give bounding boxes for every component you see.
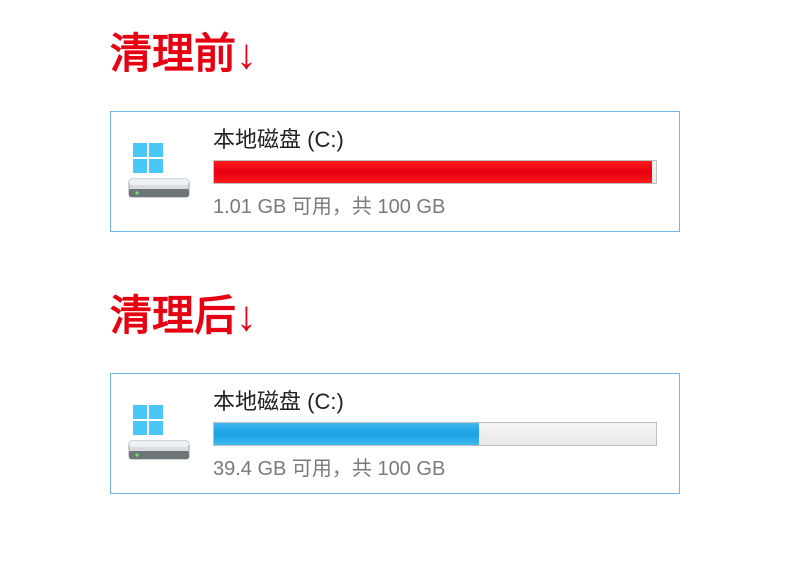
drive-name: 本地磁盘 (C:)	[213, 384, 665, 416]
drive-name: 本地磁盘 (C:)	[213, 122, 665, 154]
label-before: 清理前↓	[110, 20, 791, 81]
usage-bar-before	[213, 160, 657, 184]
drive-card-before[interactable]: 本地磁盘 (C:) 1.01 GB 可用，共 100 GB	[110, 111, 680, 232]
drive-stats: 39.4 GB 可用，共 100 GB	[213, 452, 665, 481]
drive-info-after: 本地磁盘 (C:) 39.4 GB 可用，共 100 GB	[213, 384, 665, 481]
usage-fill-before	[214, 161, 652, 183]
drive-stats: 1.01 GB 可用，共 100 GB	[213, 190, 665, 219]
usage-bar-after	[213, 422, 657, 446]
usage-fill-after	[214, 423, 479, 445]
label-after: 清理后↓	[110, 282, 791, 343]
drive-card-after[interactable]: 本地磁盘 (C:) 39.4 GB 可用，共 100 GB	[110, 373, 680, 494]
drive-icon	[125, 401, 195, 465]
drive-icon	[125, 139, 195, 203]
drive-info-before: 本地磁盘 (C:) 1.01 GB 可用，共 100 GB	[213, 122, 665, 219]
